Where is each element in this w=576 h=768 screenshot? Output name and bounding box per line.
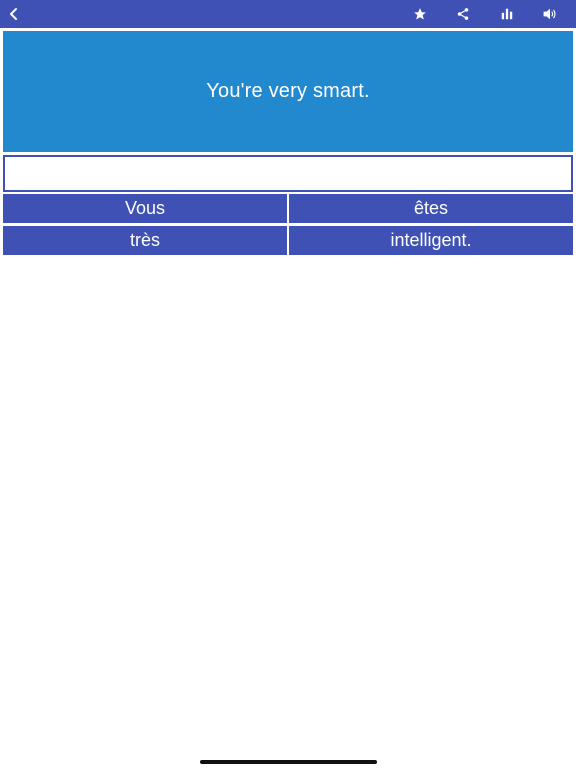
back-button[interactable] <box>0 0 28 28</box>
stats-icon <box>501 8 513 20</box>
star-icon <box>414 8 426 20</box>
word-choice-button[interactable]: intelligent. <box>289 226 573 255</box>
home-indicator <box>200 760 377 764</box>
share-icon <box>457 8 469 20</box>
back-icon <box>10 8 17 20</box>
word-choice-button[interactable]: êtes <box>289 194 573 223</box>
share-button[interactable] <box>449 0 477 28</box>
word-choice-button[interactable]: très <box>3 226 287 255</box>
word-choice-button[interactable]: Vous <box>3 194 287 223</box>
top-toolbar <box>0 0 576 28</box>
speaker-button[interactable] <box>536 0 564 28</box>
answer-field[interactable] <box>3 155 573 192</box>
speaker-icon <box>543 8 556 20</box>
prompt-card: You're very smart. <box>3 31 573 152</box>
prompt-text: You're very smart. <box>206 80 370 102</box>
stats-button[interactable] <box>493 0 521 28</box>
favorite-button[interactable] <box>406 0 434 28</box>
